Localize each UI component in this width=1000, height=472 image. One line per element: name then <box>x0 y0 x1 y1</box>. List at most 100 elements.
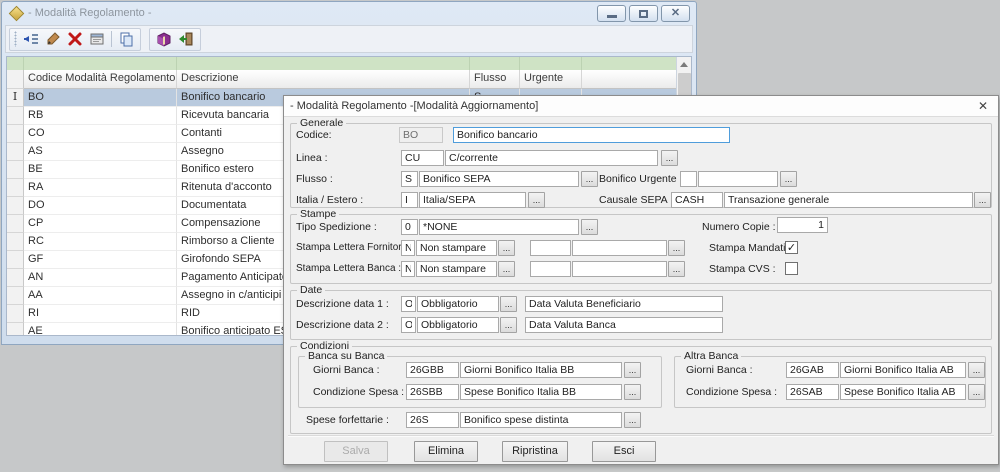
row-code-cell[interactable]: CP <box>24 215 177 233</box>
row-code-cell[interactable]: DO <box>24 197 177 215</box>
row-code-cell[interactable]: AS <box>24 143 177 161</box>
row-code-cell[interactable]: RA <box>24 179 177 197</box>
tipo-spedizione-code-field[interactable] <box>401 219 418 235</box>
codice-desc-field[interactable] <box>453 127 730 143</box>
stampa-lettera-banca-code-field[interactable] <box>401 261 415 277</box>
bsb-condizione-spesa-desc-field[interactable] <box>460 384 622 400</box>
minimize-button[interactable] <box>597 5 626 22</box>
stampa-lettera-fornitore-extra-code-field[interactable] <box>530 240 571 256</box>
descrizione-data1-label: Descrizione data 1 : <box>296 296 389 312</box>
header-urgente[interactable]: Urgente <box>520 70 582 89</box>
italia-estero-code-field[interactable] <box>401 192 418 208</box>
help-book-button[interactable] <box>153 29 175 49</box>
stampa-lettera-banca-extra-lookup-button[interactable]: ... <box>668 261 685 277</box>
edit-record-button[interactable] <box>42 29 64 49</box>
data2-code-field[interactable] <box>401 317 416 333</box>
bonifico-urgente-lookup-button[interactable]: ... <box>780 171 797 187</box>
elimina-button[interactable]: Elimina <box>414 441 478 462</box>
stampa-lettera-banca-extra-desc-field[interactable] <box>572 261 667 277</box>
codice-field[interactable] <box>399 127 443 143</box>
toolbar-grip[interactable] <box>14 31 17 47</box>
header-descrizione[interactable]: Descrizione <box>177 70 470 89</box>
bsb-condizione-spesa-code-field[interactable] <box>406 384 459 400</box>
stampa-lettera-fornitore-desc-field[interactable] <box>416 240 497 256</box>
copy-button[interactable] <box>115 29 137 49</box>
causale-sepa-desc-field[interactable] <box>724 192 973 208</box>
window-titlebar[interactable]: - Modalità Regolamento - ✕ <box>2 2 696 24</box>
stampa-mandati-checkbox[interactable]: ✓ <box>785 241 798 254</box>
stampa-lettera-banca-desc-field[interactable] <box>416 261 497 277</box>
ab-condizione-spesa-lookup-button[interactable]: ... <box>968 384 985 400</box>
header-codice[interactable]: Codice Modalità Regolamento <box>24 70 177 89</box>
data1-value-field[interactable] <box>525 296 723 312</box>
properties-icon <box>89 31 105 47</box>
spese-forfettarie-lookup-button[interactable]: ... <box>624 412 641 428</box>
delete-record-button[interactable] <box>64 29 86 49</box>
scroll-up-button[interactable] <box>677 57 691 72</box>
stampa-lettera-banca-lookup-button[interactable]: ... <box>498 261 515 277</box>
data2-desc-field[interactable] <box>417 317 499 333</box>
data2-lookup-button[interactable]: ... <box>500 317 517 333</box>
row-code-cell[interactable]: CO <box>24 125 177 143</box>
salva-button[interactable]: Salva <box>324 441 388 462</box>
header-flusso[interactable]: Flusso <box>470 70 520 89</box>
italia-estero-desc-field[interactable] <box>419 192 526 208</box>
row-code-cell[interactable]: GF <box>24 251 177 269</box>
numero-copie-field[interactable] <box>777 217 828 233</box>
ab-condizione-spesa-code-field[interactable] <box>786 384 839 400</box>
bsb-condizione-spesa-lookup-button[interactable]: ... <box>624 384 641 400</box>
ab-giorni-banca-lookup-button[interactable]: ... <box>968 362 985 378</box>
esci-button[interactable]: Esci <box>592 441 656 462</box>
ripristina-button[interactable]: Ripristina <box>502 441 568 462</box>
flusso-code-field[interactable] <box>401 171 418 187</box>
minimize-icon <box>607 15 617 18</box>
linea-desc-field[interactable] <box>445 150 658 166</box>
stampa-cvs-checkbox[interactable] <box>785 262 798 275</box>
data1-lookup-button[interactable]: ... <box>500 296 517 312</box>
exit-button[interactable] <box>175 29 197 49</box>
data1-code-field[interactable] <box>401 296 416 312</box>
linea-lookup-button[interactable]: ... <box>661 150 678 166</box>
causale-sepa-lookup-button[interactable]: ... <box>974 192 991 208</box>
italia-estero-lookup-button[interactable]: ... <box>528 192 545 208</box>
properties-button[interactable] <box>86 29 108 49</box>
dialog-titlebar[interactable]: - Modalità Regolamento -[Modalità Aggior… <box>284 96 998 117</box>
bsb-giorni-banca-desc-field[interactable] <box>460 362 622 378</box>
stampa-lettera-fornitore-lookup-button[interactable]: ... <box>498 240 515 256</box>
row-code-cell[interactable]: BO <box>24 89 177 107</box>
flusso-desc-field[interactable] <box>419 171 579 187</box>
spese-forfettarie-desc-field[interactable] <box>460 412 622 428</box>
bonifico-urgente-code-field[interactable] <box>680 171 697 187</box>
bsb-giorni-banca-code-field[interactable] <box>406 362 459 378</box>
add-record-button[interactable] <box>20 29 42 49</box>
stampa-lettera-fornitore-extra-desc-field[interactable] <box>572 240 667 256</box>
maximize-button[interactable] <box>629 5 658 22</box>
ab-giorni-banca-code-field[interactable] <box>786 362 839 378</box>
flusso-lookup-button[interactable]: ... <box>581 171 598 187</box>
tipo-spedizione-lookup-button[interactable]: ... <box>581 219 598 235</box>
close-button[interactable]: ✕ <box>661 5 690 22</box>
linea-code-field[interactable] <box>401 150 444 166</box>
bsb-giorni-banca-lookup-button[interactable]: ... <box>624 362 641 378</box>
stampa-lettera-fornitore-extra-lookup-button[interactable]: ... <box>668 240 685 256</box>
stampa-lettera-banca-extra-code-field[interactable] <box>530 261 571 277</box>
dialog-close-icon[interactable]: ✕ <box>975 99 991 114</box>
row-code-cell[interactable]: RI <box>24 305 177 323</box>
tipo-spedizione-desc-field[interactable] <box>419 219 579 235</box>
stampa-lettera-fornitore-code-field[interactable] <box>401 240 415 256</box>
causale-sepa-code-field[interactable] <box>671 192 723 208</box>
ab-condizione-spesa-desc-field[interactable] <box>840 384 966 400</box>
spese-forfettarie-code-field[interactable] <box>406 412 459 428</box>
bonifico-urgente-desc-field[interactable] <box>698 171 778 187</box>
button-separator <box>288 435 994 437</box>
row-code-cell[interactable]: RC <box>24 233 177 251</box>
exit-icon <box>178 31 194 47</box>
row-code-cell[interactable]: AN <box>24 269 177 287</box>
data2-value-field[interactable] <box>525 317 723 333</box>
row-code-cell[interactable]: RB <box>24 107 177 125</box>
ab-giorni-banca-desc-field[interactable] <box>840 362 966 378</box>
row-code-cell[interactable]: AA <box>24 287 177 305</box>
row-code-cell[interactable]: BE <box>24 161 177 179</box>
data1-desc-field[interactable] <box>417 296 499 312</box>
row-code-cell[interactable]: AE <box>24 323 177 336</box>
